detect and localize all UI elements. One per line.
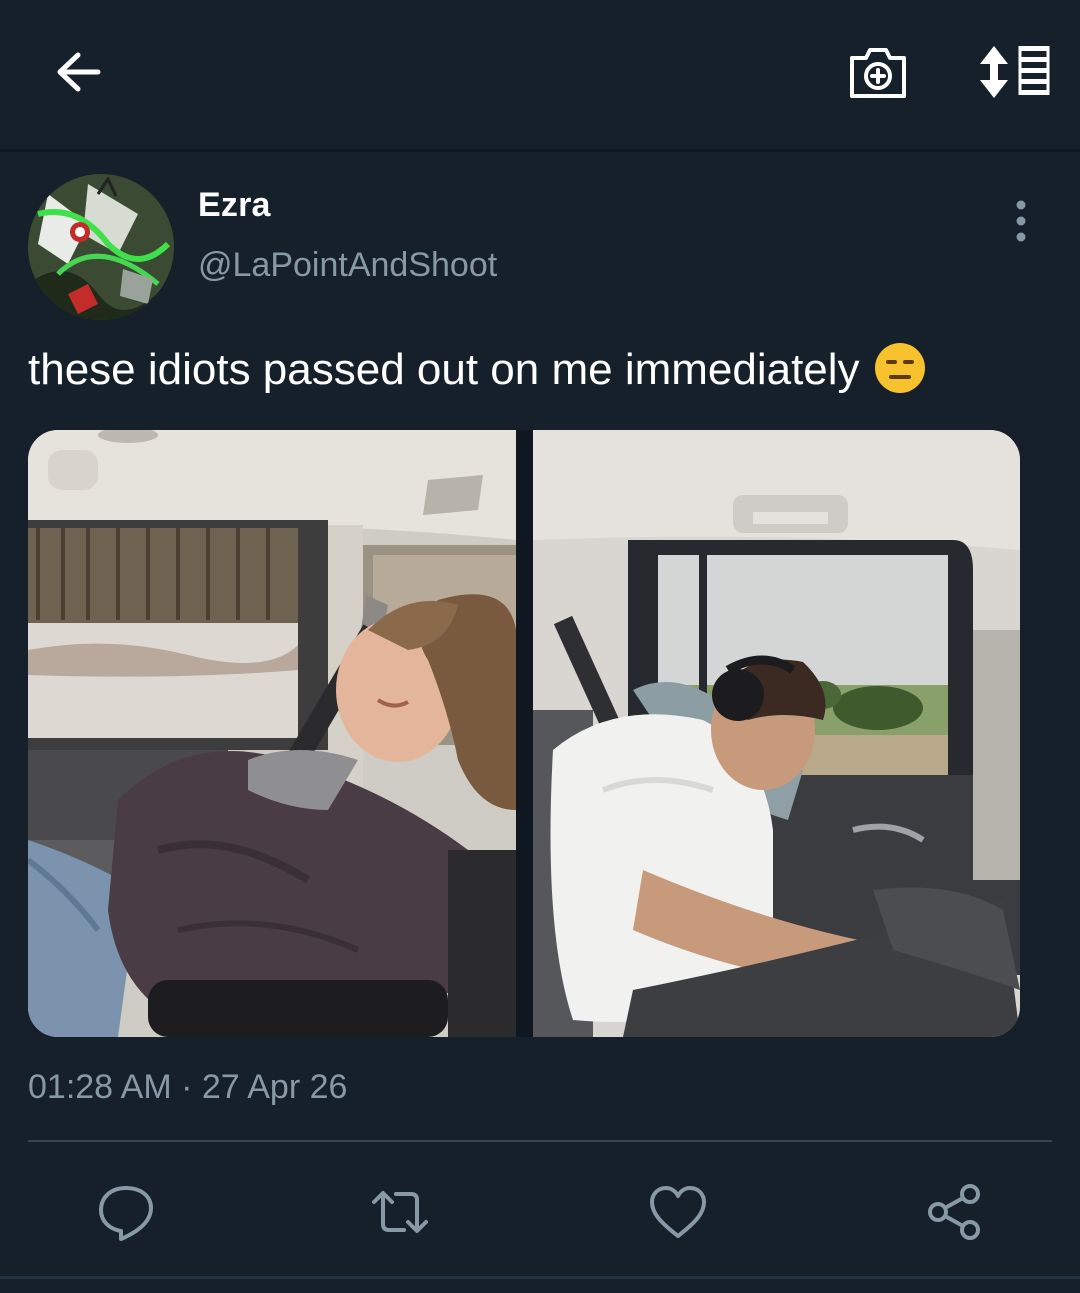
back-button[interactable] <box>50 42 110 102</box>
camera-plus-icon <box>850 48 906 98</box>
arrow-left-icon <box>57 52 101 92</box>
retweet-icon <box>372 1191 428 1233</box>
tweet-media[interactable] <box>28 430 1020 1037</box>
bottom-divider <box>0 1276 1080 1279</box>
share-icon <box>928 1184 980 1240</box>
tweet-detail-screen: Ezra @LaPointAndShoot these idiots passe… <box>0 0 1080 1293</box>
heart-icon <box>650 1186 706 1238</box>
tweet-text: these idiots passed out on me immediatel… <box>28 340 1058 400</box>
display-name[interactable]: Ezra <box>198 186 271 225</box>
like-button[interactable] <box>646 1180 710 1244</box>
photo-right[interactable] <box>533 430 1020 1037</box>
photo-left-image <box>28 430 516 1037</box>
tweet-timestamp: 01:28 AM · 27 Apr 26 <box>28 1068 348 1106</box>
add-photo-button[interactable] <box>846 40 910 104</box>
user-handle[interactable]: @LaPointAndShoot <box>198 246 497 285</box>
avatar[interactable] <box>28 174 174 320</box>
divider <box>28 1140 1052 1142</box>
expressionless-face-emoji <box>874 342 926 394</box>
top-bar <box>0 0 1080 152</box>
sort-button[interactable] <box>974 40 1052 104</box>
photo-left[interactable] <box>28 430 516 1037</box>
retweet-button[interactable] <box>368 1180 432 1244</box>
tweet-text-content: these idiots passed out on me immediatel… <box>28 345 860 394</box>
more-options-button[interactable] <box>1000 196 1042 246</box>
avatar-image <box>28 174 174 320</box>
share-button[interactable] <box>922 1180 986 1244</box>
reply-button[interactable] <box>94 1180 158 1244</box>
photo-right-image <box>533 430 1020 1037</box>
sort-list-icon <box>980 46 1050 98</box>
reply-icon <box>99 1186 153 1241</box>
more-vertical-icon <box>1016 200 1026 242</box>
